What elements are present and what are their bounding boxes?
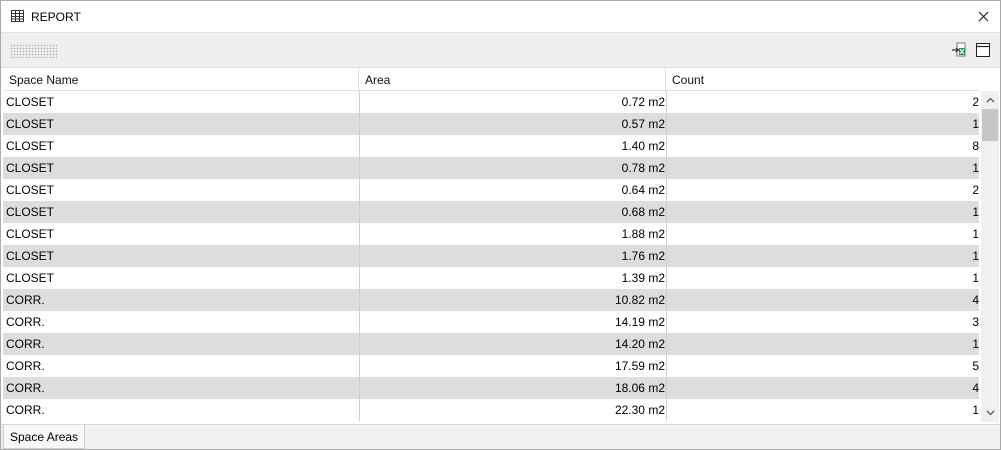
- table-row[interactable]: CORR. 14.20 m2 1: [3, 333, 979, 355]
- cell-count[interactable]: 1: [666, 267, 979, 289]
- cell-space-name[interactable]: CLOSET: [6, 135, 356, 157]
- cell-area[interactable]: 18.06 m2: [359, 377, 666, 399]
- cell-area[interactable]: 0.68 m2: [359, 201, 666, 223]
- cell-count[interactable]: 3: [666, 311, 979, 333]
- cell-count[interactable]: 4: [666, 289, 979, 311]
- cell-area[interactable]: 1.76 m2: [359, 245, 666, 267]
- cell-space-name[interactable]: CLOSET: [6, 179, 356, 201]
- table-row[interactable]: CORR. 10.82 m2 4: [3, 289, 979, 311]
- cell-area[interactable]: 0.64 m2: [359, 179, 666, 201]
- column-header-area[interactable]: Area: [359, 69, 666, 91]
- table-row[interactable]: CLOSET 1.39 m2 1: [3, 267, 979, 289]
- cell-space-name[interactable]: CLOSET: [6, 157, 356, 179]
- table-row[interactable]: CLOSET 0.72 m2 2: [3, 91, 979, 113]
- cell-count[interactable]: 1: [666, 113, 979, 135]
- column-header-space-name[interactable]: Space Name: [3, 69, 359, 91]
- cell-area[interactable]: 1.40 m2: [359, 135, 666, 157]
- title-bar: REPORT: [1, 1, 1000, 32]
- table-row[interactable]: CORR. 18.06 m2 4: [3, 377, 979, 399]
- report-window: REPORT Space Name Area Count CLOSET 0.72…: [0, 0, 1001, 450]
- cell-count[interactable]: 5: [666, 355, 979, 377]
- cell-space-name[interactable]: CLOSET: [6, 223, 356, 245]
- column-header-count[interactable]: Count: [666, 69, 979, 91]
- cell-area[interactable]: 0.57 m2: [359, 113, 666, 135]
- cell-space-name[interactable]: CORR.: [6, 311, 356, 333]
- close-button[interactable]: [972, 5, 994, 27]
- export-button[interactable]: [950, 41, 968, 59]
- table-row[interactable]: CORR. 22.30 m2 1: [3, 399, 979, 421]
- window-layout-icon: [976, 43, 990, 57]
- table-row[interactable]: CORR. 17.59 m2 5: [3, 355, 979, 377]
- cell-count[interactable]: 1: [666, 201, 979, 223]
- cell-count[interactable]: 1: [666, 333, 979, 355]
- report-table: Space Name Area Count CLOSET 0.72 m2 2 CLOS…: [3, 69, 999, 422]
- table-row[interactable]: CLOSET 0.57 m2 1: [3, 113, 979, 135]
- window-title: REPORT: [31, 10, 81, 24]
- cell-count[interactable]: 2: [666, 91, 979, 113]
- cell-space-name[interactable]: CORR.: [6, 355, 356, 377]
- table-row[interactable]: CLOSET 0.64 m2 2: [3, 179, 979, 201]
- cell-count[interactable]: 2: [666, 179, 979, 201]
- table-row[interactable]: CLOSET 0.68 m2 1: [3, 201, 979, 223]
- table-row[interactable]: CORR. 14.19 m2 3: [3, 311, 979, 333]
- cell-count[interactable]: 1: [666, 245, 979, 267]
- cell-area[interactable]: 14.19 m2: [359, 311, 666, 333]
- cell-area[interactable]: 1.88 m2: [359, 223, 666, 245]
- cell-area[interactable]: 14.20 m2: [359, 333, 666, 355]
- scrollbar-thumb[interactable]: [982, 109, 998, 141]
- cell-space-name[interactable]: CLOSET: [6, 201, 356, 223]
- cell-area[interactable]: 0.78 m2: [359, 157, 666, 179]
- cell-space-name[interactable]: CLOSET: [6, 113, 356, 135]
- export-excel-icon: [952, 42, 966, 57]
- cell-area[interactable]: 17.59 m2: [359, 355, 666, 377]
- cell-space-name[interactable]: CORR.: [6, 399, 356, 421]
- table-header: Space Name Area Count: [3, 69, 979, 91]
- cell-area[interactable]: 1.39 m2: [359, 267, 666, 289]
- cell-count[interactable]: 8: [666, 135, 979, 157]
- table-row[interactable]: CLOSET 1.40 m2 8: [3, 135, 979, 157]
- chevron-up-icon: [986, 97, 994, 103]
- cell-count[interactable]: 4: [666, 377, 979, 399]
- cell-space-name[interactable]: CORR.: [6, 333, 356, 355]
- cell-space-name[interactable]: CORR.: [6, 289, 356, 311]
- sheet-tab-bar: Space Areas: [1, 424, 1000, 449]
- cell-space-name[interactable]: CLOSET: [6, 267, 356, 289]
- tab-space-areas[interactable]: Space Areas: [3, 425, 86, 449]
- table-row[interactable]: CLOSET 0.78 m2 1: [3, 157, 979, 179]
- close-icon: [978, 11, 988, 21]
- cell-area[interactable]: 22.30 m2: [359, 399, 666, 421]
- table-row[interactable]: CLOSET 1.76 m2 1: [3, 245, 979, 267]
- scroll-down-button[interactable]: [981, 404, 999, 422]
- chevron-down-icon: [986, 410, 994, 416]
- cell-count[interactable]: 1: [666, 399, 979, 421]
- table-row[interactable]: CLOSET 1.88 m2 1: [3, 223, 979, 245]
- toolbar: [1, 32, 1000, 68]
- vertical-scrollbar[interactable]: [981, 91, 999, 422]
- cell-space-name[interactable]: CORR.: [6, 377, 356, 399]
- cell-count[interactable]: 1: [666, 223, 979, 245]
- cell-area[interactable]: 10.82 m2: [359, 289, 666, 311]
- cell-space-name[interactable]: CLOSET: [6, 245, 356, 267]
- toolbar-grip[interactable]: [10, 44, 58, 58]
- table-body: CLOSET 0.72 m2 2 CLOSET 0.57 m2 1 CLOSET 1.40 m…: [3, 91, 979, 421]
- cell-area[interactable]: 0.72 m2: [359, 91, 666, 113]
- table-icon: [11, 10, 24, 22]
- cell-count[interactable]: 1: [666, 157, 979, 179]
- layout-button[interactable]: [974, 41, 992, 59]
- scroll-up-button[interactable]: [981, 91, 999, 109]
- cell-space-name[interactable]: CLOSET: [6, 91, 356, 113]
